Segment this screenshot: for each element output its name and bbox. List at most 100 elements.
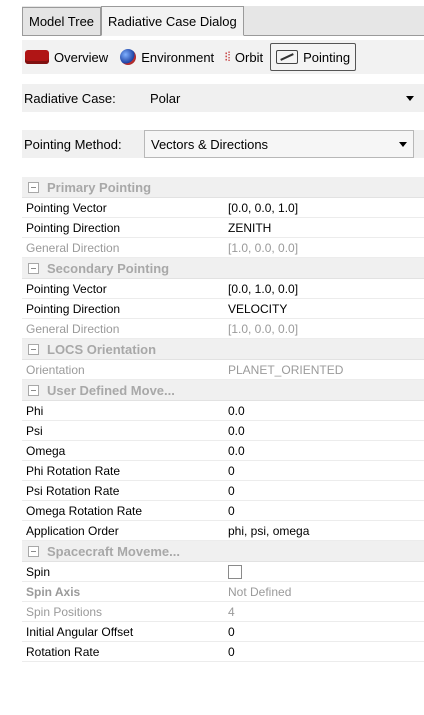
collapse-icon[interactable] bbox=[28, 384, 39, 396]
property-value[interactable]: [0.0, 0.0, 1.0] bbox=[222, 201, 424, 215]
subtab-environment-label: Environment bbox=[141, 49, 215, 65]
radiative-case-value: Polar bbox=[150, 90, 181, 106]
radiative-case-label: Radiative Case: bbox=[24, 90, 116, 106]
pointing-method-row: Pointing Method: Vectors & Directions bbox=[22, 130, 424, 158]
pointing-subtabs: Overview Environment ⁝⁞ Orbit Pointing bbox=[22, 40, 424, 74]
property-value[interactable]: 0 bbox=[222, 504, 424, 518]
property-value: PLANET_ORIENTED bbox=[228, 362, 344, 377]
table-row[interactable]: Omega 0.0 bbox=[22, 441, 424, 461]
section-title: LOCS Orientation bbox=[47, 341, 157, 357]
property-key: Application Order bbox=[26, 523, 119, 538]
dialog-tabs: Model Tree Radiative Case Dialog bbox=[22, 6, 424, 36]
property-key: Omega Rotation Rate bbox=[26, 503, 143, 518]
subtab-environment[interactable]: Environment bbox=[117, 43, 217, 71]
table-row: General Direction [1.0, 0.0, 0.0] bbox=[22, 238, 424, 258]
property-value: [1.0, 0.0, 0.0] bbox=[228, 240, 299, 255]
property-key: Pointing Vector bbox=[26, 200, 107, 215]
table-row[interactable]: Phi 0.0 bbox=[22, 401, 424, 421]
chevron-down-icon bbox=[406, 95, 414, 101]
property-key: Spin bbox=[26, 564, 51, 579]
property-value: [1.0, 0.0, 0.0] bbox=[228, 321, 299, 336]
property-key: General Direction bbox=[26, 321, 120, 336]
pointing-icon bbox=[276, 50, 299, 64]
property-value[interactable]: 0 bbox=[222, 645, 424, 659]
subtab-pointing[interactable]: Pointing bbox=[270, 43, 357, 71]
subtab-overview-label: Overview bbox=[54, 49, 109, 65]
pointing-method-value: Vectors & Directions bbox=[151, 136, 269, 152]
property-value[interactable]: phi, psi, omega bbox=[222, 524, 424, 538]
property-grid: Primary Pointing Pointing Vector [0.0, 0… bbox=[22, 177, 424, 662]
table-row: General Direction [1.0, 0.0, 0.0] bbox=[22, 319, 424, 339]
section-title: Spacecraft Moveme... bbox=[47, 543, 180, 559]
property-key: Pointing Direction bbox=[26, 301, 121, 316]
property-key: Phi bbox=[26, 403, 44, 418]
table-row[interactable]: Omega Rotation Rate 0 bbox=[22, 501, 424, 521]
property-value[interactable]: 0 bbox=[222, 484, 424, 498]
collapse-icon[interactable] bbox=[28, 343, 39, 355]
property-value[interactable]: 0 bbox=[222, 625, 424, 639]
table-row: Orientation PLANET_ORIENTED bbox=[22, 360, 424, 380]
radiative-case-row: Radiative Case: Polar bbox=[22, 84, 424, 112]
chevron-down-icon bbox=[399, 141, 407, 147]
property-value: Not Defined bbox=[228, 584, 292, 599]
table-row[interactable]: Initial Angular Offset 0 bbox=[22, 622, 424, 642]
property-value[interactable]: VELOCITY bbox=[222, 302, 424, 316]
table-row[interactable]: Psi Rotation Rate 0 bbox=[22, 481, 424, 501]
section-title: User Defined Move... bbox=[47, 382, 175, 398]
collapse-icon[interactable] bbox=[28, 181, 39, 193]
property-value[interactable]: 0.0 bbox=[222, 424, 424, 438]
spin-checkbox[interactable] bbox=[228, 564, 242, 579]
property-key: Rotation Rate bbox=[26, 644, 100, 659]
collapse-icon[interactable] bbox=[28, 545, 39, 557]
overview-icon bbox=[25, 50, 49, 64]
table-row[interactable]: Psi 0.0 bbox=[22, 421, 424, 441]
collapse-icon[interactable] bbox=[28, 262, 39, 274]
section-locs-orientation[interactable]: LOCS Orientation bbox=[22, 339, 424, 360]
property-key: Spin Positions bbox=[26, 604, 103, 619]
pointing-method-label: Pointing Method: bbox=[24, 136, 122, 152]
property-key: General Direction bbox=[26, 240, 120, 255]
section-title: Secondary Pointing bbox=[47, 260, 170, 276]
property-value[interactable]: 0.0 bbox=[222, 444, 424, 458]
globe-icon bbox=[120, 49, 137, 65]
property-value[interactable]: [0.0, 1.0, 0.0] bbox=[222, 282, 424, 296]
property-value bbox=[222, 564, 424, 579]
property-key: Phi Rotation Rate bbox=[26, 463, 121, 478]
table-row[interactable]: Rotation Rate 0 bbox=[22, 642, 424, 662]
property-key: Pointing Direction bbox=[26, 220, 121, 235]
table-row[interactable]: Spin bbox=[22, 562, 424, 582]
property-value: 4 bbox=[228, 604, 235, 619]
table-row[interactable]: Pointing Direction ZENITH bbox=[22, 218, 424, 238]
table-row[interactable]: Pointing Vector [0.0, 0.0, 1.0] bbox=[22, 198, 424, 218]
radiative-case-select[interactable]: Polar bbox=[144, 84, 414, 112]
table-row[interactable]: Phi Rotation Rate 0 bbox=[22, 461, 424, 481]
subtab-orbit-label: Orbit bbox=[234, 49, 264, 65]
property-key: Pointing Vector bbox=[26, 281, 107, 296]
property-key: Omega bbox=[26, 443, 66, 458]
table-row[interactable]: Application Order phi, psi, omega bbox=[22, 521, 424, 541]
property-value[interactable]: ZENITH bbox=[222, 221, 424, 235]
subtab-orbit[interactable]: ⁝⁞ Orbit bbox=[221, 43, 266, 71]
section-secondary-pointing[interactable]: Secondary Pointing bbox=[22, 258, 424, 279]
property-key: Psi Rotation Rate bbox=[26, 483, 120, 498]
table-row: Spin Axis Not Defined bbox=[22, 582, 424, 602]
property-value[interactable]: 0.0 bbox=[222, 404, 424, 418]
subtab-overview[interactable]: Overview bbox=[22, 43, 111, 71]
table-row[interactable]: Pointing Vector [0.0, 1.0, 0.0] bbox=[22, 279, 424, 299]
orbit-icon: ⁝⁞ bbox=[224, 49, 231, 64]
section-title: Primary Pointing bbox=[47, 179, 152, 195]
tab-model-tree[interactable]: Model Tree bbox=[22, 7, 102, 35]
table-row[interactable]: Pointing Direction VELOCITY bbox=[22, 299, 424, 319]
property-key: Spin Axis bbox=[26, 584, 81, 599]
section-primary-pointing[interactable]: Primary Pointing bbox=[22, 177, 424, 198]
property-value[interactable]: 0 bbox=[222, 464, 424, 478]
section-user-defined-movement[interactable]: User Defined Move... bbox=[22, 380, 424, 401]
property-key: Initial Angular Offset bbox=[26, 624, 134, 639]
subtab-pointing-label: Pointing bbox=[303, 49, 351, 65]
section-spacecraft-movement[interactable]: Spacecraft Moveme... bbox=[22, 541, 424, 562]
property-key: Psi bbox=[26, 423, 43, 438]
table-row: Spin Positions 4 bbox=[22, 602, 424, 622]
property-key: Orientation bbox=[26, 362, 85, 377]
tab-radiative-case-dialog[interactable]: Radiative Case Dialog bbox=[101, 6, 244, 36]
pointing-method-select[interactable]: Vectors & Directions bbox=[144, 130, 414, 158]
